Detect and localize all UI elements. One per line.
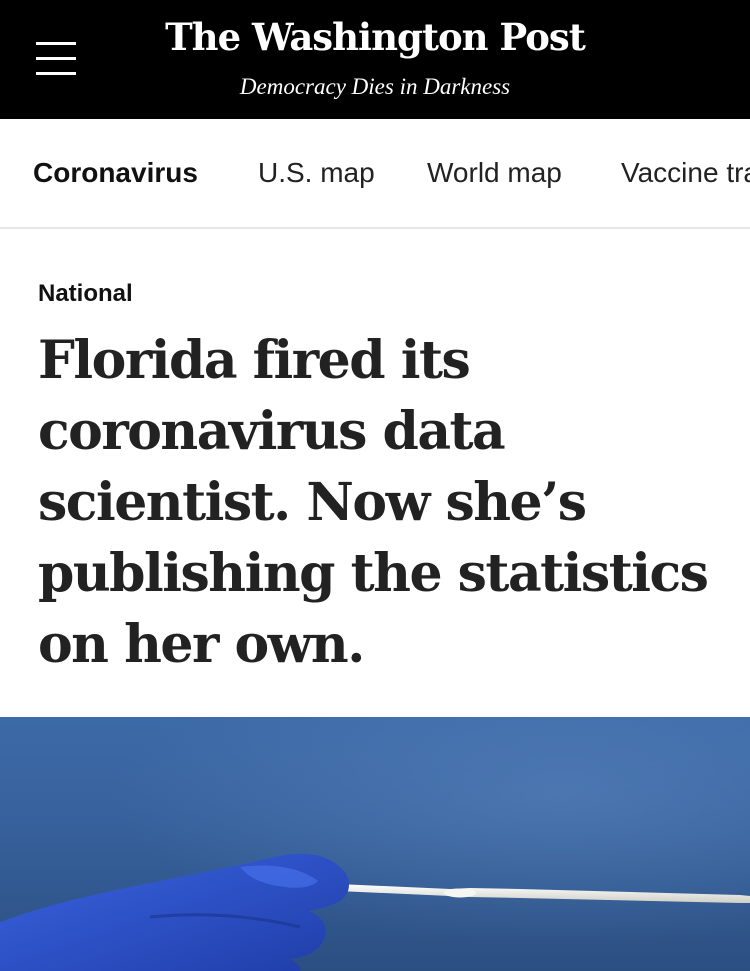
- site-logo[interactable]: The Washington Post: [160, 12, 590, 62]
- hamburger-menu-icon[interactable]: [36, 42, 76, 76]
- section-kicker[interactable]: National: [38, 279, 133, 309]
- menu-bar: [36, 57, 76, 60]
- nav-item-vaccine-tracker[interactable]: Vaccine tracker: [621, 157, 750, 189]
- topic-nav: Coronavirus U.S. map World map Vaccine t…: [0, 119, 750, 229]
- masthead: The Washington Post Democracy Dies in Da…: [0, 0, 750, 119]
- article-headline: Florida fired its coronavirus data scien…: [38, 330, 709, 675]
- nav-item-coronavirus[interactable]: Coronavirus: [33, 157, 198, 189]
- nav-item-us-map[interactable]: U.S. map: [258, 157, 375, 189]
- menu-bar: [36, 42, 76, 45]
- site-tagline: Democracy Dies in Darkness: [239, 74, 511, 99]
- hero-photo: [0, 717, 750, 971]
- hero-image: [0, 717, 750, 971]
- nav-item-world-map[interactable]: World map: [427, 157, 562, 189]
- menu-bar: [36, 72, 76, 75]
